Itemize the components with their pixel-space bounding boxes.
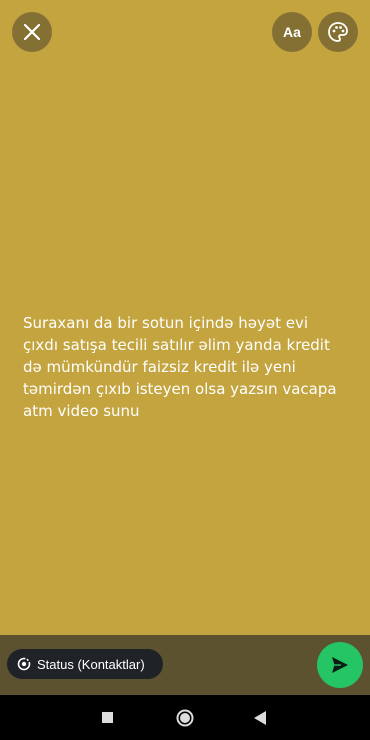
- triangle-back-icon[interactable]: [253, 710, 267, 726]
- send-button[interactable]: [317, 642, 363, 688]
- status-ring-icon: [17, 657, 31, 671]
- square-recents-icon[interactable]: [102, 712, 113, 723]
- font-style-label: Aa: [283, 24, 301, 40]
- bottom-bar: Status (Kontaktlar): [0, 635, 370, 695]
- color-palette-button[interactable]: [318, 12, 358, 52]
- close-button[interactable]: [12, 12, 52, 52]
- send-icon: [330, 655, 350, 675]
- close-icon: [23, 23, 41, 41]
- audience-label: Status (Kontaktlar): [37, 656, 145, 672]
- circle-home-icon[interactable]: [176, 709, 194, 727]
- palette-icon: [327, 21, 349, 43]
- font-style-button[interactable]: Aa: [272, 12, 312, 52]
- audience-selector[interactable]: Status (Kontaktlar): [7, 649, 163, 679]
- system-nav-bar: [0, 695, 370, 740]
- status-canvas[interactable]: Aa Suraxanı da bir sotun içində həyət ev…: [0, 0, 370, 635]
- status-text[interactable]: Suraxanı da bir sotun içində həyət evi ç…: [23, 312, 343, 422]
